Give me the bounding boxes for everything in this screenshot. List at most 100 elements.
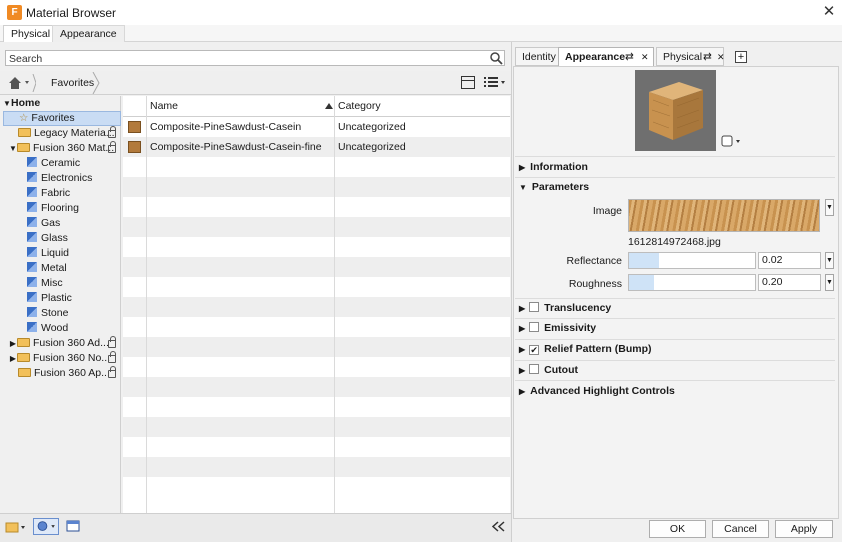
table-row bbox=[123, 257, 510, 277]
tree-item-plastic[interactable]: Plastic bbox=[27, 291, 72, 306]
tree-item-label: Wood bbox=[41, 322, 69, 334]
search-icon[interactable] bbox=[489, 51, 503, 65]
close-icon[interactable]: ✕ bbox=[820, 3, 838, 21]
tree-item-misc[interactable]: Misc bbox=[27, 276, 63, 291]
swap-icon[interactable]: ⇄ bbox=[703, 48, 712, 66]
tab-physical-editor[interactable]: Physical ⇄ ✕ bbox=[656, 47, 725, 66]
column-header-name[interactable]: Name bbox=[150, 96, 178, 117]
wood-cube-image bbox=[649, 82, 703, 140]
tree-item-label: Fusion 360 Ap... bbox=[34, 367, 110, 379]
relief-checkbox[interactable]: ✔ bbox=[529, 345, 540, 355]
cutout-checkbox[interactable] bbox=[529, 364, 540, 374]
section-cutout[interactable]: ▶ Cutout bbox=[519, 360, 578, 380]
material-library-icon bbox=[27, 172, 37, 182]
tree-item-glass[interactable]: Glass bbox=[27, 231, 68, 246]
section-label: Cutout bbox=[544, 364, 578, 376]
roughness-slider[interactable] bbox=[628, 274, 756, 291]
reflectance-slider[interactable] bbox=[628, 252, 756, 269]
tree-item-metal[interactable]: Metal bbox=[27, 261, 67, 276]
reflectance-dropdown-icon[interactable]: ▼ bbox=[825, 252, 834, 269]
section-information[interactable]: ▶ Information bbox=[519, 157, 588, 177]
caret-right-icon: ▶ bbox=[519, 345, 526, 354]
caret-down-icon[interactable]: ▼ bbox=[9, 141, 17, 156]
tree-item-gas[interactable]: Gas bbox=[27, 216, 60, 231]
column-divider bbox=[334, 96, 335, 513]
tree-item-label: Fusion 360 No... bbox=[33, 352, 111, 364]
section-label: Advanced Highlight Controls bbox=[530, 385, 675, 397]
table-row bbox=[123, 457, 510, 477]
lock-icon bbox=[108, 366, 116, 378]
section-translucency[interactable]: ▶ Translucency bbox=[519, 298, 611, 318]
material-swatch-icon bbox=[128, 121, 141, 133]
image-filename: 1612814972468.jpg bbox=[628, 236, 721, 248]
tab-appearance[interactable]: Appearance bbox=[52, 25, 125, 42]
tree-item-fusion-materials[interactable]: ▼ Fusion 360 Mat... bbox=[9, 141, 114, 156]
table-row[interactable]: Composite-PineSawdust-Casein-fine Uncateg… bbox=[123, 137, 510, 157]
tree-item-label: Plastic bbox=[41, 292, 72, 304]
section-advanced-highlight[interactable]: ▶ Advanced Highlight Controls bbox=[519, 381, 675, 401]
apply-button[interactable]: Apply bbox=[775, 520, 833, 538]
caret-right-icon: ▶ bbox=[519, 387, 526, 396]
table-row bbox=[123, 197, 510, 217]
reflectance-fill bbox=[629, 253, 659, 268]
tab-identity[interactable]: Identity bbox=[515, 47, 563, 66]
table-row[interactable]: Composite-PineSawdust-Casein Uncategorize… bbox=[123, 117, 510, 137]
create-material-icon[interactable] bbox=[33, 518, 59, 535]
translucency-checkbox[interactable] bbox=[529, 302, 540, 312]
section-emissivity[interactable]: ▶ Emissivity bbox=[519, 318, 596, 338]
reflectance-field[interactable]: 0.02 bbox=[758, 252, 821, 269]
search-input[interactable] bbox=[5, 50, 505, 66]
tree-item-label: Liquid bbox=[41, 247, 70, 259]
list-options-icon[interactable] bbox=[484, 76, 506, 89]
tree-item-liquid[interactable]: Liquid bbox=[27, 246, 69, 261]
open-library-icon[interactable] bbox=[5, 518, 27, 535]
material-library-icon bbox=[27, 262, 37, 272]
tab-appearance-editor[interactable]: Appearance ⇄ ✕ bbox=[558, 47, 654, 66]
close-tab-icon[interactable]: ✕ bbox=[641, 48, 649, 66]
swap-icon[interactable]: ⇄ bbox=[625, 48, 634, 66]
table-row bbox=[123, 237, 510, 257]
tree-item-ceramic[interactable]: Ceramic bbox=[27, 156, 80, 171]
roughness-dropdown-icon[interactable]: ▼ bbox=[825, 274, 834, 291]
image-dropdown-icon[interactable]: ▼ bbox=[825, 199, 834, 216]
reflectance-label: Reflectance bbox=[566, 255, 622, 267]
tree-item-legacy[interactable]: Legacy Materia... bbox=[18, 126, 115, 141]
tree-item-stone[interactable]: Stone bbox=[27, 306, 68, 321]
tree-item-electronics[interactable]: Electronics bbox=[27, 171, 92, 186]
roughness-field[interactable]: 0.20 bbox=[758, 274, 821, 291]
tree-item-fusion-ap[interactable]: Fusion 360 Ap... bbox=[18, 366, 110, 381]
section-relief-pattern[interactable]: ▶ ✔ Relief Pattern (Bump) bbox=[519, 339, 652, 359]
caret-right-icon[interactable]: ▶ bbox=[9, 336, 17, 351]
sort-ascending-icon[interactable] bbox=[325, 103, 333, 109]
column-header-category[interactable]: Category bbox=[338, 96, 381, 117]
home-icon[interactable] bbox=[6, 74, 36, 92]
material-library-icon bbox=[27, 157, 37, 167]
caret-down-icon[interactable]: ▼ bbox=[3, 96, 11, 111]
section-parameters[interactable]: ▼ Parameters bbox=[519, 177, 589, 197]
lock-icon bbox=[108, 351, 116, 363]
caret-right-icon[interactable]: ▶ bbox=[9, 351, 17, 366]
table-row bbox=[123, 157, 510, 177]
cancel-button[interactable]: Cancel bbox=[712, 520, 769, 538]
tree-item-fusion-no[interactable]: ▶ Fusion 360 No... bbox=[9, 351, 110, 366]
tree-item-wood[interactable]: Wood bbox=[27, 321, 68, 336]
tree-item-label: Electronics bbox=[41, 172, 93, 184]
material-editor-icon[interactable] bbox=[66, 518, 81, 535]
material-swatch-icon bbox=[128, 141, 141, 153]
tree-item-flooring[interactable]: Flooring bbox=[27, 201, 79, 216]
close-tab-icon[interactable]: ✕ bbox=[717, 48, 725, 66]
preview-shape-icon[interactable] bbox=[720, 134, 744, 148]
table-row bbox=[123, 177, 510, 197]
ok-button[interactable]: OK bbox=[649, 520, 706, 538]
image-texture-swatch[interactable] bbox=[628, 199, 820, 232]
tree-item-favorites[interactable]: ☆ Favorites bbox=[19, 111, 75, 126]
table-row bbox=[123, 377, 510, 397]
emissivity-checkbox[interactable] bbox=[529, 322, 540, 332]
tree-item-fusion-ad[interactable]: ▶ Fusion 360 Ad... bbox=[9, 336, 109, 351]
collapse-left-icon[interactable] bbox=[492, 521, 505, 532]
view-mode-icon[interactable] bbox=[461, 76, 475, 89]
tree-item-home[interactable]: ▼Home bbox=[3, 96, 40, 111]
add-tab-icon[interactable]: + bbox=[735, 51, 747, 63]
tab-physical[interactable]: Physical bbox=[3, 25, 59, 42]
tree-item-fabric[interactable]: Fabric bbox=[27, 186, 70, 201]
